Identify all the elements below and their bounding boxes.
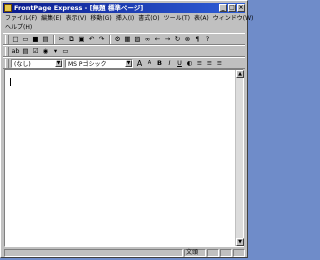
increase-text-size-icon[interactable]: A <box>135 59 144 68</box>
forms-toolbar: ab ▤ ☑ ◉ ▾ ▭ <box>3 45 245 57</box>
scroll-up-icon[interactable]: ▲ <box>236 70 244 78</box>
decrease-text-size-icon[interactable]: A <box>145 59 154 68</box>
menu-go[interactable]: 移動(G) <box>88 14 113 23</box>
textbox-icon[interactable]: ab <box>11 47 20 56</box>
page-editor[interactable]: ▲ ▼ <box>4 69 244 247</box>
toolbar-grip[interactable] <box>5 34 9 44</box>
cut-icon[interactable]: ✂ <box>57 35 66 44</box>
toolbar-grip[interactable] <box>5 46 9 56</box>
vertical-scrollbar[interactable]: ▲ ▼ <box>235 70 244 246</box>
menu-row-1: ファイル(F) 編集(E) 表示(V) 移動(G) 挿入(I) 書式(O) ツー… <box>3 14 253 23</box>
status-mode: 文頭 <box>184 248 206 257</box>
paragraph-style-select[interactable]: (なし) ▼ <box>11 58 63 68</box>
scroll-down-icon[interactable]: ▼ <box>236 238 244 246</box>
menu-format[interactable]: 書式(O) <box>136 14 161 23</box>
refresh-icon[interactable]: ↻ <box>173 35 182 44</box>
copy-icon[interactable]: ⧉ <box>67 35 76 44</box>
underline-icon[interactable]: U <box>175 59 184 68</box>
open-icon[interactable]: ▭ <box>21 35 30 44</box>
app-window: FrontPage Express - [無題 標準ページ] _ □ × ファイ… <box>0 0 253 258</box>
text-caret <box>10 78 11 86</box>
menu-tools[interactable]: ツール(T) <box>162 14 192 23</box>
font-select[interactable]: MS Pゴシック ▼ <box>65 58 133 68</box>
align-center-icon[interactable]: ≡ <box>205 59 214 68</box>
toolbar-grip[interactable] <box>5 58 9 68</box>
new-icon[interactable]: □ <box>11 35 20 44</box>
dropdown-icon[interactable]: ▾ <box>51 47 60 56</box>
chevron-down-icon[interactable]: ▼ <box>125 59 132 67</box>
status-message <box>4 248 183 257</box>
status-pane <box>220 248 232 257</box>
align-left-icon[interactable]: ≡ <box>195 59 204 68</box>
paragraph-style-value: (なし) <box>14 60 31 68</box>
italic-icon[interactable]: I <box>165 59 174 68</box>
status-pane <box>207 248 219 257</box>
menu-file[interactable]: ファイル(F) <box>3 14 39 23</box>
save-icon[interactable]: ■ <box>31 35 40 44</box>
stop-icon[interactable]: ⊗ <box>183 35 192 44</box>
window-title: FrontPage Express - [無題 標準ページ] <box>14 4 144 12</box>
title-bar[interactable]: FrontPage Express - [無題 標準ページ] _ □ × <box>3 3 245 13</box>
radio-icon[interactable]: ◉ <box>41 47 50 56</box>
format-toolbar: (なし) ▼ MS Pゴシック ▼ A A B I U ◐ ≡ ≡ ≡ <box>3 57 245 69</box>
frontpage-app-icon[interactable] <box>4 4 12 12</box>
toolbar-separator <box>53 34 55 44</box>
image-icon[interactable]: ▨ <box>133 35 142 44</box>
webbot-icon[interactable]: ⚙ <box>113 35 122 44</box>
align-right-icon[interactable]: ≡ <box>215 59 224 68</box>
print-icon[interactable]: ▤ <box>41 35 50 44</box>
font-value: MS Pゴシック <box>68 60 107 68</box>
menu-table[interactable]: 表(A) <box>192 14 211 23</box>
toolbar-separator <box>109 34 111 44</box>
show-marks-icon[interactable]: ¶ <box>193 35 202 44</box>
minimize-button[interactable]: _ <box>219 4 227 12</box>
menu-view[interactable]: 表示(V) <box>64 14 89 23</box>
text-color-icon[interactable]: ◐ <box>185 59 194 68</box>
menu-insert[interactable]: 挿入(I) <box>114 14 136 23</box>
push-button-icon[interactable]: ▭ <box>61 47 70 56</box>
forward-icon[interactable]: → <box>163 35 172 44</box>
standard-toolbar: □ ▭ ■ ▤ ✂ ⧉ ▣ ↶ ↷ ⚙ ▦ ▨ ∞ ← → ↻ ⊗ ¶ ? <box>3 33 245 45</box>
back-icon[interactable]: ← <box>153 35 162 44</box>
help-icon[interactable]: ? <box>203 35 212 44</box>
close-button[interactable]: × <box>237 4 245 12</box>
scrolling-textbox-icon[interactable]: ▤ <box>21 47 30 56</box>
status-pane <box>233 248 245 257</box>
menu-edit[interactable]: 編集(E) <box>39 14 63 23</box>
maximize-button[interactable]: □ <box>228 4 236 12</box>
checkbox-icon[interactable]: ☑ <box>31 47 40 56</box>
bold-icon[interactable]: B <box>155 59 164 68</box>
status-bar: 文頭 <box>3 248 245 257</box>
table-icon[interactable]: ▦ <box>123 35 132 44</box>
menu-window[interactable]: ウィンドウ(W) <box>211 14 256 23</box>
menu-row-2: ヘルプ(H) <box>3 23 245 32</box>
paste-icon[interactable]: ▣ <box>77 35 86 44</box>
menu-bar: ファイル(F) 編集(E) 表示(V) 移動(G) 挿入(I) 書式(O) ツー… <box>3 14 253 32</box>
undo-icon[interactable]: ↶ <box>87 35 96 44</box>
chevron-down-icon[interactable]: ▼ <box>55 59 62 67</box>
hyperlink-icon[interactable]: ∞ <box>143 35 152 44</box>
redo-icon[interactable]: ↷ <box>97 35 106 44</box>
menu-help[interactable]: ヘルプ(H) <box>3 23 34 32</box>
